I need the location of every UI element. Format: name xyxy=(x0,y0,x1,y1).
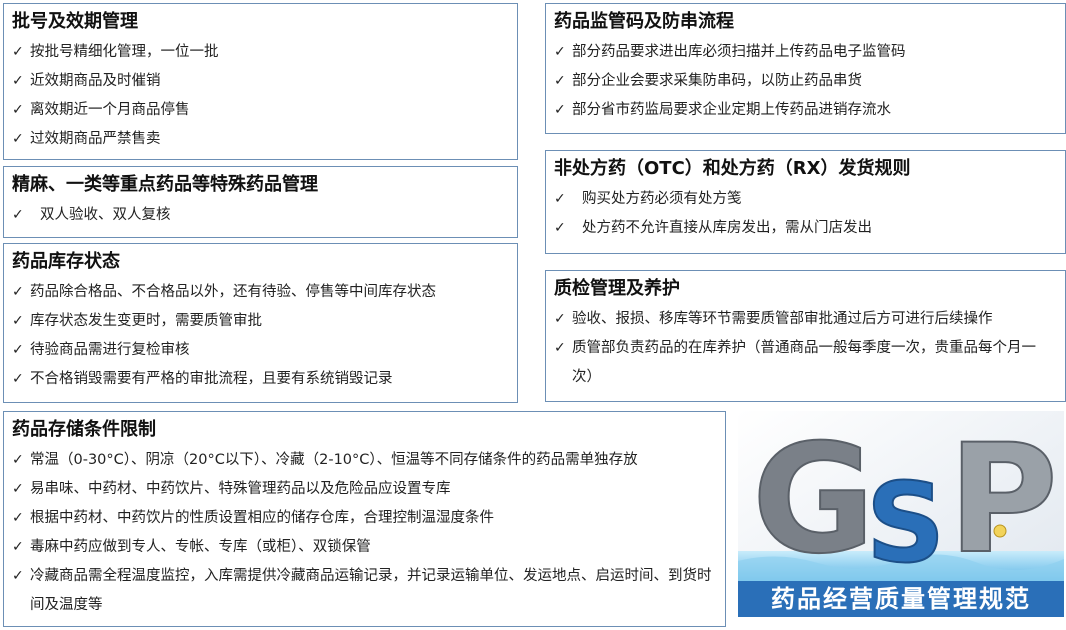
list-item: ✓ 药品除合格品、不合格品以外，还有待验、停售等中间库存状态 xyxy=(12,278,509,307)
check-icon: ✓ xyxy=(12,342,24,358)
check-icon: ✓ xyxy=(554,220,566,236)
check-icon: ✓ xyxy=(12,481,24,497)
check-icon: ✓ xyxy=(12,284,24,300)
list-item: ✓ 双人验收、双人复核 xyxy=(12,201,509,230)
list-item: ✓ 根据中药材、中药饮片的性质设置相应的储存仓库，合理控制温湿度条件 xyxy=(12,504,717,533)
check-icon: ✓ xyxy=(554,311,566,327)
svg-text:S: S xyxy=(866,459,945,587)
check-icon: ✓ xyxy=(12,568,24,584)
supervision-code-panel: 药品监管码及防串流程 ✓ 部分药品要求进出库必须扫描并上传药品电子监管码 ✓ 部分企… xyxy=(545,3,1066,134)
check-icon: ✓ xyxy=(554,191,566,207)
gsp-logo: G S P 药品经营质量管理规范 xyxy=(738,411,1064,617)
svg-text:G: G xyxy=(752,413,875,587)
check-icon: ✓ xyxy=(12,539,24,555)
check-icon: ✓ xyxy=(12,452,24,468)
check-icon: ✓ xyxy=(12,73,24,89)
list-item: ✓ 部分药品要求进出库必须扫描并上传药品电子监管码 xyxy=(554,38,1057,67)
check-icon: ✓ xyxy=(554,73,566,89)
list-item: ✓ 部分省市药监局要求企业定期上传药品进销存流水 xyxy=(554,96,1057,125)
check-icon: ✓ xyxy=(12,102,24,118)
otc-rx-panel: 非处方药（OTC）和处方药（RX）发货规则 ✓ 购买处方药必须有处方笺 ✓ 处方药不… xyxy=(545,150,1066,254)
panel-title: 非处方药（OTC）和处方药（RX）发货规则 xyxy=(554,158,911,179)
panel-title: 药品监管码及防串流程 xyxy=(554,11,734,32)
list-item: ✓ 过效期商品严禁售卖 xyxy=(12,125,509,154)
inventory-status-panel: 药品库存状态 ✓ 药品除合格品、不合格品以外，还有待验、停售等中间库存状态 ✓ 库存… xyxy=(3,243,518,403)
check-icon: ✓ xyxy=(12,313,24,329)
list-item: ✓ 冷藏商品需全程温度监控，入库需提供冷藏商品运输记录，并记录运输单位、发运地点、… xyxy=(12,562,717,620)
check-icon: ✓ xyxy=(12,510,24,526)
list-item: ✓ 近效期商品及时催销 xyxy=(12,67,509,96)
list-item: ✓ 验收、报损、移库等环节需要质管部审批通过后方可进行后续操作 xyxy=(554,305,1057,334)
storage-conditions-panel: 药品存储条件限制 ✓ 常温（0-30°C）、阴凉（20°C以下）、冷藏（2-10°… xyxy=(3,411,726,627)
quality-control-panel: 质检管理及养护 ✓ 验收、报损、移库等环节需要质管部审批通过后方可进行后续操作 ✓… xyxy=(545,270,1066,402)
check-icon: ✓ xyxy=(12,207,24,223)
check-icon: ✓ xyxy=(554,44,566,60)
list-item: ✓ 待验商品需进行复检审核 xyxy=(12,336,509,365)
check-icon: ✓ xyxy=(554,102,566,118)
special-drug-panel: 精麻、一类等重点药品等特殊药品管理 ✓ 双人验收、双人复核 xyxy=(3,166,518,238)
list-item: ✓ 库存状态发生变更时，需要质管审批 xyxy=(12,307,509,336)
list-item: ✓ 常温（0-30°C）、阴凉（20°C以下）、冷藏（2-10°C）、恒温等不同存… xyxy=(12,446,717,475)
panel-title: 质检管理及养护 xyxy=(554,278,680,299)
list-item: ✓ 毒麻中药应做到专人、专帐、专库（或柜）、双锁保管 xyxy=(12,533,717,562)
panel-title: 批号及效期管理 xyxy=(12,11,138,32)
list-item: ✓ 离效期近一个月商品停售 xyxy=(12,96,509,125)
check-icon: ✓ xyxy=(12,44,24,60)
check-icon: ✓ xyxy=(554,340,566,356)
list-item: ✓ 处方药不允许直接从库房发出，需从门店发出 xyxy=(554,214,1057,243)
batch-expiry-panel: 批号及效期管理 ✓ 按批号精细化管理，一位一批 ✓ 近效期商品及时催销 ✓ 离效期近一… xyxy=(3,3,518,160)
panel-title: 药品存储条件限制 xyxy=(12,419,156,440)
panel-title: 药品库存状态 xyxy=(12,251,120,272)
list-item: ✓ 质管部负责药品的在库养护（普通商品一般每季度一次，贵重品每个月一次） xyxy=(554,334,1057,392)
list-item: ✓ 部分企业会要求采集防串码，以防止药品串货 xyxy=(554,67,1057,96)
panel-title: 精麻、一类等重点药品等特殊药品管理 xyxy=(12,174,318,195)
check-icon: ✓ xyxy=(12,131,24,147)
check-icon: ✓ xyxy=(12,371,24,387)
list-item: ✓ 购买处方药必须有处方笺 xyxy=(554,185,1057,214)
list-item: ✓ 不合格销毁需要有严格的审批流程，且要有系统销毁记录 xyxy=(12,365,509,394)
list-item: ✓ 按批号精细化管理，一位一批 xyxy=(12,38,509,67)
list-item: ✓ 易串味、中药材、中药饮片、特殊管理药品以及危险品应设置专库 xyxy=(12,475,717,504)
svg-text:P: P xyxy=(948,413,1058,587)
gsp-caption: 药品经营质量管理规范 xyxy=(738,581,1064,617)
